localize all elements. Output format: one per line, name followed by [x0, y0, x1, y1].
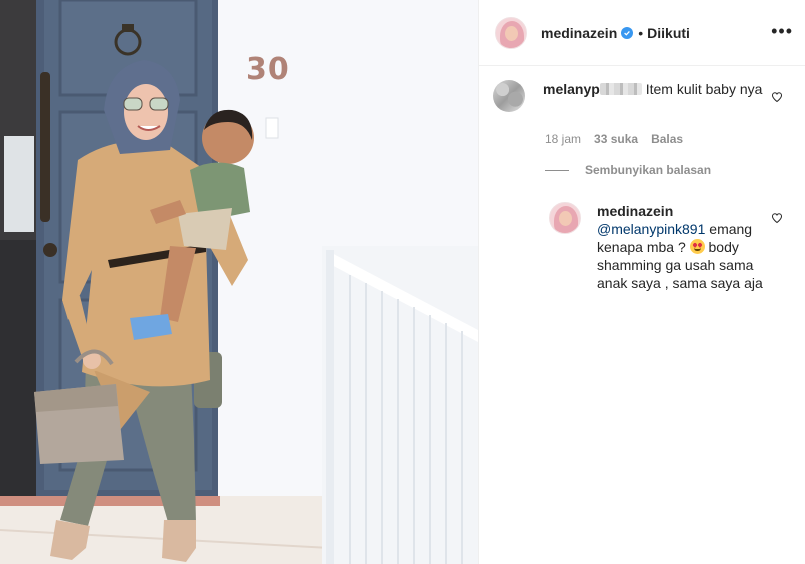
hide-replies-button[interactable]: Sembunyikan balasan — [545, 163, 711, 177]
heart-eyes-emoji-icon — [689, 239, 705, 254]
commenter-username[interactable]: melanyp — [543, 81, 600, 97]
comment-likes[interactable]: 33 suka — [594, 132, 638, 146]
verified-badge-icon — [621, 26, 634, 39]
post-photo[interactable]: 30 — [0, 0, 478, 564]
like-heart-icon[interactable] — [771, 91, 783, 103]
commenter-avatar[interactable] — [493, 80, 525, 112]
reply-mention-link[interactable]: @melanypink891 — [597, 221, 705, 237]
reply-button[interactable]: Balas — [651, 132, 683, 146]
author-avatar[interactable] — [495, 16, 527, 49]
separator-dot: • — [638, 24, 644, 41]
post-header: medinazein • Diikuti ••• — [479, 0, 805, 66]
author-username[interactable]: medinazein — [541, 25, 617, 41]
comment-meta: 18 jam 33 suka Balas — [545, 132, 683, 146]
reply-author-avatar[interactable] — [549, 202, 581, 234]
reply-item: medinazein @melanypink891 emang kenapa m… — [549, 202, 769, 292]
follow-status-button[interactable]: Diikuti — [647, 25, 690, 41]
reply-text-block: medinazein @melanypink891 emang kenapa m… — [597, 202, 767, 292]
comments-panel: medinazein • Diikuti ••• melanyp Item ku… — [478, 0, 805, 564]
comment-item: melanyp Item kulit baby nya — [493, 80, 763, 112]
comment-text: Item kulit baby nya — [645, 81, 763, 97]
hide-replies-line — [545, 169, 569, 171]
reply-like-heart-icon[interactable] — [771, 212, 783, 224]
instagram-post: 30 medinazein • Diikuti ••• melanyp Item… — [0, 0, 805, 564]
comment-text-block: melanyp Item kulit baby nya — [543, 80, 762, 112]
post-image — [0, 0, 478, 564]
more-horizontal-icon[interactable]: ••• — [771, 22, 793, 40]
house-number: 30 — [246, 52, 290, 87]
reply-username[interactable]: medinazein — [597, 203, 673, 219]
comment-time: 18 jam — [545, 132, 582, 146]
blurred-username-part — [599, 83, 642, 95]
hide-replies-label: Sembunyikan balasan — [585, 163, 712, 177]
